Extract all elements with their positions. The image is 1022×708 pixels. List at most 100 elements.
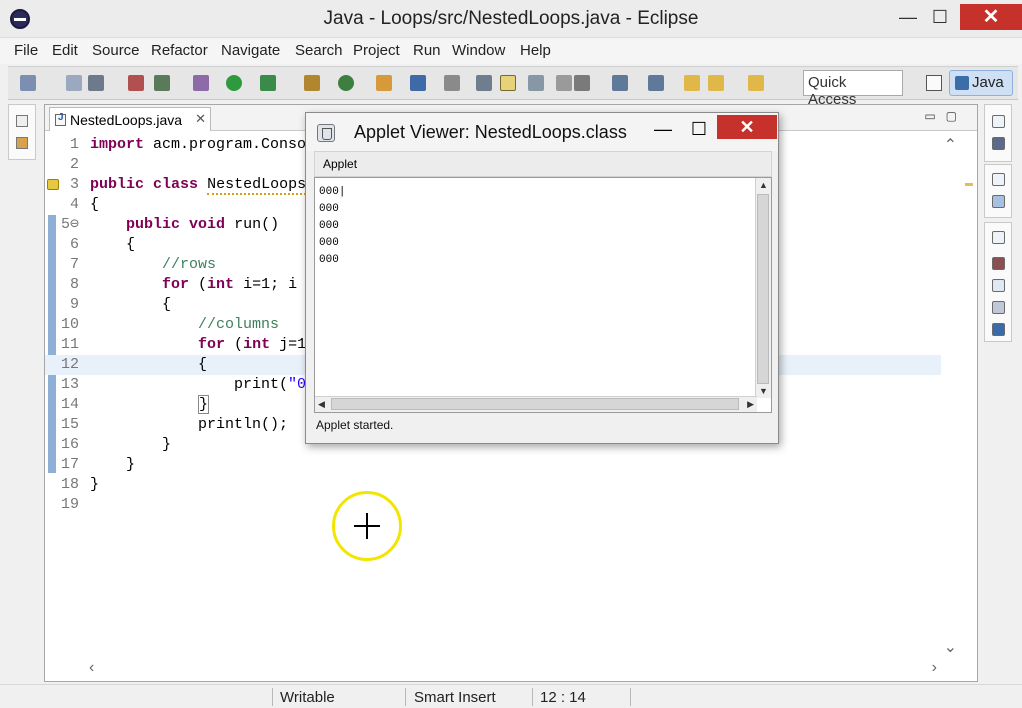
save-icon[interactable]: [66, 75, 82, 91]
menu-navigate[interactable]: Navigate: [221, 42, 280, 59]
crosshair-cursor-icon: [354, 513, 380, 539]
right-minimized-views-2: [984, 164, 1012, 218]
menu-file[interactable]: File: [14, 42, 38, 59]
applet-menu[interactable]: Applet: [314, 151, 772, 177]
output-line: 000: [319, 220, 339, 232]
scroll-thumb[interactable]: [757, 194, 769, 384]
external-tools-icon[interactable]: [304, 75, 320, 91]
search-icon[interactable]: [476, 75, 492, 91]
menu-help[interactable]: Help: [520, 42, 551, 59]
minimize-button[interactable]: —: [890, 4, 926, 30]
tab-close-icon[interactable]: ✕: [195, 111, 206, 127]
applet-maximize-button[interactable]: ☐: [684, 119, 714, 140]
forward-icon[interactable]: [708, 75, 724, 91]
maximize-button[interactable]: ☐: [922, 4, 958, 30]
restore-icon[interactable]: [16, 115, 28, 127]
scroll-thumb[interactable]: [331, 398, 739, 410]
warning-marker[interactable]: [965, 183, 973, 186]
output-line: 000: [319, 254, 339, 266]
task-list-icon[interactable]: [992, 137, 1005, 150]
toggle-mark-occurrences-icon[interactable]: [500, 75, 516, 91]
print-icon[interactable]: [88, 75, 104, 91]
menu-run[interactable]: Run: [413, 42, 441, 59]
problems-icon[interactable]: [992, 257, 1005, 270]
open-type-icon[interactable]: [444, 75, 460, 91]
run-icon[interactable]: [226, 75, 242, 91]
scroll-left-icon[interactable]: ◀: [318, 399, 325, 410]
window-title: Java - Loops/src/NestedLoops.java - Ecli…: [323, 8, 699, 29]
open-perspective-icon[interactable]: [926, 75, 942, 91]
run-last-icon[interactable]: [260, 75, 276, 91]
quick-access-input[interactable]: Quick Access: [803, 70, 903, 108]
output-line: 000: [319, 186, 339, 198]
previous-annotation-icon[interactable]: [648, 75, 664, 91]
tab-label: NestedLoops.java: [70, 112, 183, 128]
code-line: 17 }: [60, 456, 136, 473]
menu-edit[interactable]: Edit: [52, 42, 78, 59]
console-icon[interactable]: [992, 323, 1005, 336]
java-file-icon: [55, 112, 66, 126]
package-explorer-icon[interactable]: [16, 137, 28, 149]
right-minimized-views-3: [984, 222, 1012, 342]
main-toolbar: Quick Access Java: [8, 66, 1018, 108]
right-minimized-views-1: [984, 104, 1012, 162]
debug-as-icon[interactable]: [193, 75, 209, 91]
status-cursor-position: 12 : 14: [540, 689, 586, 706]
left-minimized-views: [8, 104, 36, 160]
code-line: 18}: [60, 476, 100, 493]
java-cup-icon: [317, 124, 335, 142]
new-package-icon[interactable]: [376, 75, 392, 91]
show-whitespace-icon[interactable]: [556, 75, 572, 91]
coverage-icon[interactable]: [338, 75, 354, 91]
applet-viewer-window[interactable]: Applet Viewer: NestedLoops.class — ☐ ✕ A…: [305, 112, 779, 444]
editor-horizontal-scrollbar[interactable]: ‹ ›: [85, 659, 945, 679]
back-icon[interactable]: [684, 75, 700, 91]
last-edit-icon[interactable]: [748, 75, 764, 91]
editor-minimize-maximize[interactable]: ▭▢: [924, 109, 967, 123]
applet-minimize-button[interactable]: —: [648, 119, 678, 140]
status-insert-mode: Smart Insert: [414, 689, 496, 706]
skip-breakpoints-icon[interactable]: [154, 75, 170, 91]
declaration-icon[interactable]: [992, 301, 1005, 314]
scroll-down-icon[interactable]: ▼: [759, 386, 768, 396]
restore-icon[interactable]: [992, 173, 1005, 186]
menu-search[interactable]: Search: [295, 42, 343, 59]
scroll-right-icon[interactable]: ›: [932, 659, 937, 677]
menu-project[interactable]: Project: [353, 42, 400, 59]
applet-menu-label[interactable]: Applet: [323, 157, 357, 171]
status-bar: Writable Smart Insert 12 : 14: [0, 684, 1022, 708]
java-perspective-button[interactable]: Java: [949, 70, 1013, 96]
pilcrow-icon[interactable]: [574, 75, 590, 91]
menu-source[interactable]: Source: [92, 42, 140, 59]
new-class-icon[interactable]: [410, 75, 426, 91]
new-icon[interactable]: [20, 75, 36, 91]
menu-refactor[interactable]: Refactor: [151, 42, 208, 59]
applet-output-area[interactable]: 000| 000 000 000 000 ▲ ▼ ◀ ▶: [314, 177, 772, 413]
scroll-right-icon[interactable]: ▶: [747, 399, 754, 410]
overview-ruler[interactable]: [963, 135, 975, 655]
applet-close-button[interactable]: ✕: [717, 115, 777, 139]
output-line: 000: [319, 203, 339, 215]
applet-vertical-scrollbar[interactable]: ▲ ▼: [755, 178, 771, 398]
scroll-left-icon[interactable]: ‹: [89, 659, 94, 677]
applet-titlebar[interactable]: Applet Viewer: NestedLoops.class — ☐ ✕: [306, 113, 778, 151]
toggle-block-selection-icon[interactable]: [528, 75, 544, 91]
applet-horizontal-scrollbar[interactable]: ◀ ▶: [315, 396, 757, 412]
scroll-down-icon[interactable]: ⌄: [944, 637, 957, 657]
next-annotation-icon[interactable]: [612, 75, 628, 91]
restore-icon[interactable]: [992, 115, 1005, 128]
outline-icon[interactable]: [992, 195, 1005, 208]
menu-window[interactable]: Window: [452, 42, 505, 59]
restore-icon[interactable]: [992, 231, 1005, 244]
java-perspective-icon: [955, 76, 969, 90]
debug-icon[interactable]: [128, 75, 144, 91]
tab-nestedloops[interactable]: NestedLoops.java ✕: [49, 107, 211, 131]
code-line: 19: [60, 496, 79, 513]
javadoc-icon[interactable]: [992, 279, 1005, 292]
window-titlebar: Java - Loops/src/NestedLoops.java - Ecli…: [0, 0, 1022, 38]
output-line: 000: [319, 237, 339, 249]
close-button[interactable]: ✕: [960, 4, 1022, 30]
scroll-up-icon[interactable]: ▲: [759, 180, 768, 190]
output-text: 000| 000 000 000 000: [319, 186, 346, 266]
scroll-up-icon[interactable]: ⌃: [944, 135, 957, 155]
